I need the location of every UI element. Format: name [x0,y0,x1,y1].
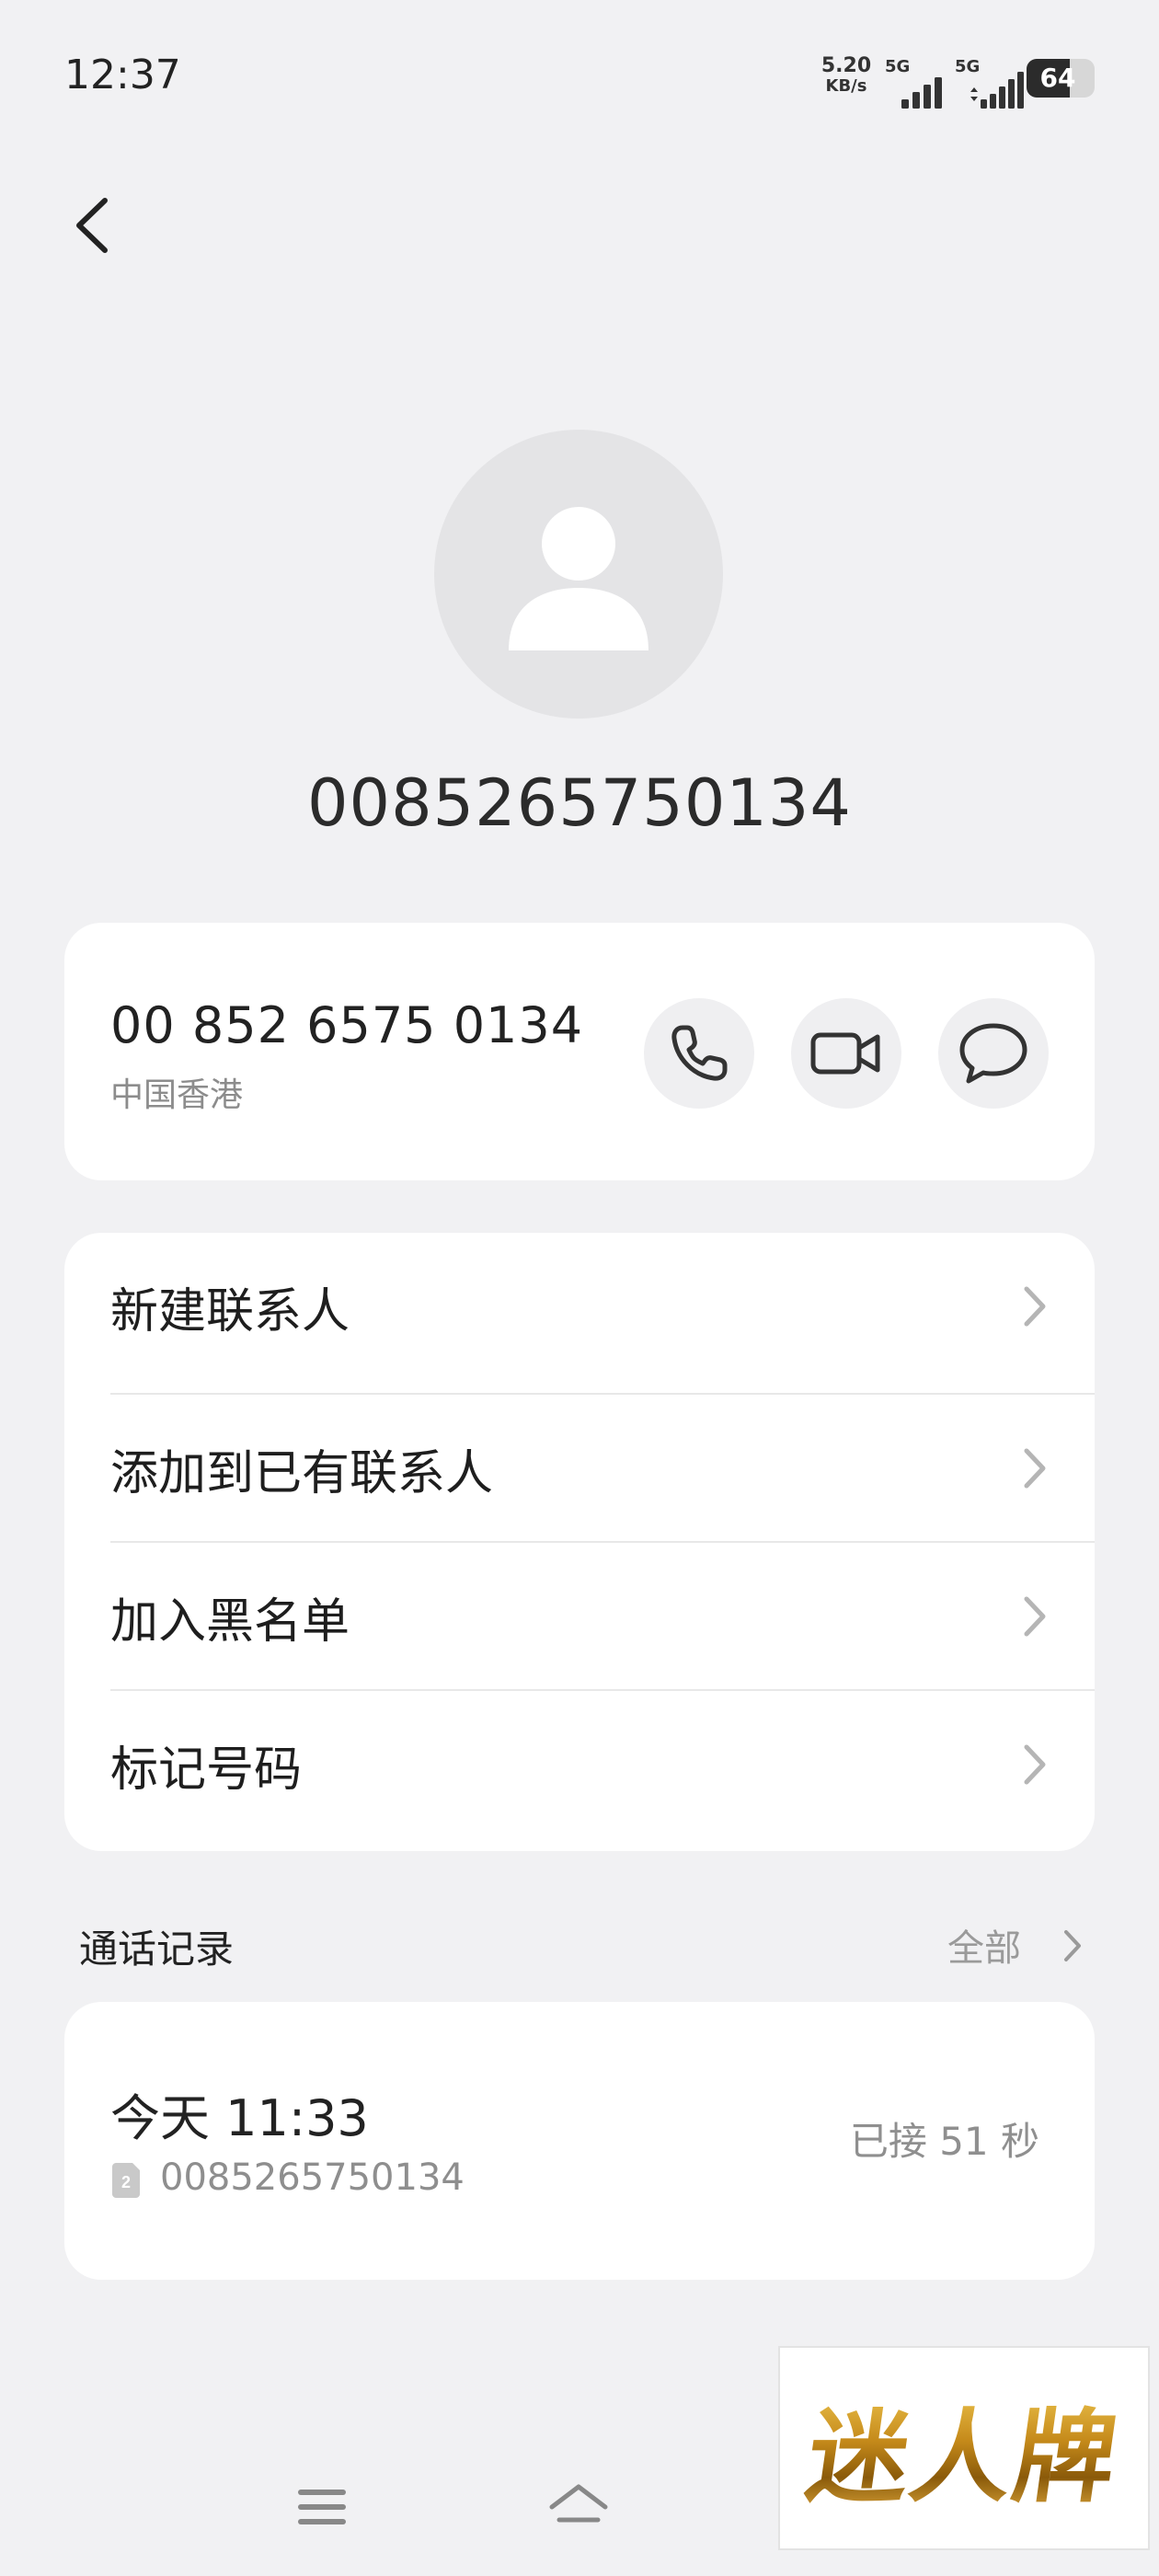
sim-card-icon: 2 [112,2163,140,2198]
add-to-existing-contact-label: 添加到已有联系人 [110,1445,494,1501]
block-number-row[interactable]: 加入黑名单 [110,1543,1095,1690]
message-bubble-icon [959,1023,1027,1084]
signal-bars-icon [970,72,1024,109]
contact-title-number: 0085265750134 [307,765,852,841]
menu-icon[interactable] [294,2484,350,2530]
call-time: 今天 11:33 [110,2089,369,2147]
call-log-entry[interactable]: 今天 11:33 2 0085265750134 已接 51 秒 [64,2002,1095,2280]
message-button[interactable] [938,998,1049,1109]
back-button[interactable] [64,184,120,267]
sim2-signal: 5G [955,57,1028,109]
see-all-link[interactable]: 全部 [947,1918,1021,1972]
network-speed: 5.20 KB/s [819,55,874,96]
chevron-right-icon [1024,1744,1046,1785]
signal-bars-icon [901,77,942,109]
add-to-existing-contact-row[interactable]: 添加到已有联系人 [110,1395,1095,1542]
new-contact-row[interactable]: 新建联系人 [110,1233,1095,1380]
sim-slot-number: 2 [121,2173,131,2191]
person-icon [509,507,648,650]
chevron-right-icon [1024,1448,1046,1489]
new-contact-label: 新建联系人 [110,1283,350,1340]
watermark-logo-text: 迷人牌 [799,2375,1129,2522]
network-speed-unit: KB/s [825,76,867,96]
battery-indicator: 64 [1027,59,1095,98]
call-log-section-title: 通话记录 [79,1926,235,1972]
mark-number-row[interactable]: 标记号码 [110,1691,1095,1838]
contact-actions-card: 新建联系人 添加到已有联系人 加入黑名单 标记号码 [64,1233,1095,1851]
home-icon[interactable] [546,2479,611,2535]
phone-number-card: 00 852 6575 0134 中国香港 [64,923,1095,1180]
video-call-button[interactable] [791,998,901,1109]
chevron-right-icon [1024,1596,1046,1637]
block-number-label: 加入黑名单 [110,1593,350,1650]
back-arrow-icon [76,198,108,253]
sim1-signal: 5G [885,57,958,109]
phone-icon [671,1025,728,1081]
contact-avatar [434,430,723,719]
chevron-right-icon [1024,1286,1046,1327]
status-time: 12:37 [64,52,181,98]
call-number: 0085265750134 [160,2156,465,2199]
chevron-right-icon[interactable] [1061,1927,1084,1964]
phone-region: 中国香港 [110,1076,244,1114]
mark-number-label: 标记号码 [110,1742,303,1798]
video-camera-icon [810,1032,880,1075]
formatted-phone-number: 00 852 6575 0134 [110,996,584,1054]
call-status: 已接 51 秒 [849,2119,1039,2164]
watermark-logo: 迷人牌 [778,2346,1150,2550]
network-speed-value: 5.20 [820,54,872,77]
call-button[interactable] [644,998,754,1109]
battery-level-text: 64 [1039,63,1076,93]
